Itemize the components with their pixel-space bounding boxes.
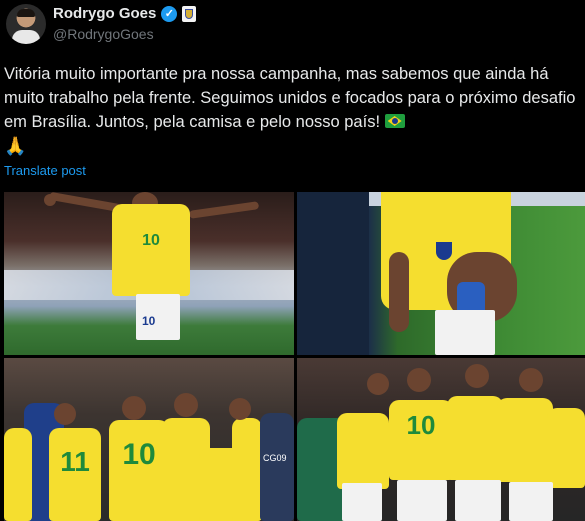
jersey-number: 10	[122, 438, 156, 471]
cbf-crest-icon	[436, 242, 452, 260]
player-shorts	[342, 483, 382, 521]
player-head	[174, 393, 198, 417]
praying-hands-icon: 🙏	[4, 136, 27, 156]
player-head	[519, 368, 543, 392]
player-jersey: 10	[112, 204, 190, 296]
player-shorts: 10	[136, 294, 180, 340]
teammate-dark-kit	[297, 192, 369, 355]
player-jersey	[547, 408, 585, 488]
photo-2[interactable]: 10	[297, 192, 585, 355]
affiliation-badge-icon[interactable]	[182, 5, 197, 22]
player-jersey	[337, 413, 389, 489]
player-head	[367, 373, 389, 395]
player-jersey	[497, 398, 553, 482]
avatar-shirt	[12, 30, 40, 44]
player-jersey-10: 10	[109, 420, 169, 521]
player-head	[407, 368, 431, 392]
author-display-name[interactable]: Rodrygo Goes	[53, 5, 156, 22]
player-arm-left	[48, 192, 122, 213]
photo-4[interactable]: 10	[297, 358, 585, 521]
shorts-number: 10	[142, 314, 156, 328]
jersey-number: 11	[60, 446, 90, 477]
photo-3[interactable]: 11 10 10 CG09	[4, 358, 294, 521]
player-head	[229, 398, 251, 420]
verified-badge-icon: ✓	[161, 5, 178, 22]
player-head	[54, 403, 76, 425]
player-arm	[389, 252, 409, 332]
player-shorts	[397, 480, 447, 521]
brazil-flag-icon	[384, 114, 405, 128]
player-arm-right	[188, 201, 260, 219]
avatar-hair	[17, 9, 35, 17]
player-jersey-10: 10	[389, 400, 453, 480]
tweet-body: Vitória muito importante pra nossa campa…	[4, 65, 581, 131]
photo-1[interactable]: 10 10	[4, 192, 294, 355]
jersey-number: 10	[142, 232, 160, 249]
player-jersey	[232, 418, 262, 521]
avatar[interactable]	[6, 4, 46, 44]
player-shorts: 10	[435, 310, 495, 355]
player-shorts	[509, 482, 553, 521]
steward: CG09	[260, 413, 294, 521]
player-shorts	[455, 480, 501, 521]
jersey-number: 10	[406, 410, 436, 440]
player-jersey-11: 11	[49, 428, 101, 521]
author-handle[interactable]: @RodrygoGoes	[53, 26, 154, 42]
media-grid: 10 10 10 11 10 10 CG09	[4, 192, 585, 521]
tweet-text: Vitória muito importante pra nossa campa…	[4, 62, 579, 159]
player-jersey-edge	[4, 428, 32, 521]
steward-id: CG09	[263, 453, 287, 463]
player-head	[122, 396, 146, 420]
tweet-header: Rodrygo Goes ✓ @RodrygoGoes	[4, 2, 564, 46]
translate-post-link[interactable]: Translate post	[4, 163, 86, 178]
player-jersey	[447, 396, 503, 480]
player-head	[465, 364, 489, 388]
author-name-row: Rodrygo Goes ✓	[53, 5, 197, 22]
